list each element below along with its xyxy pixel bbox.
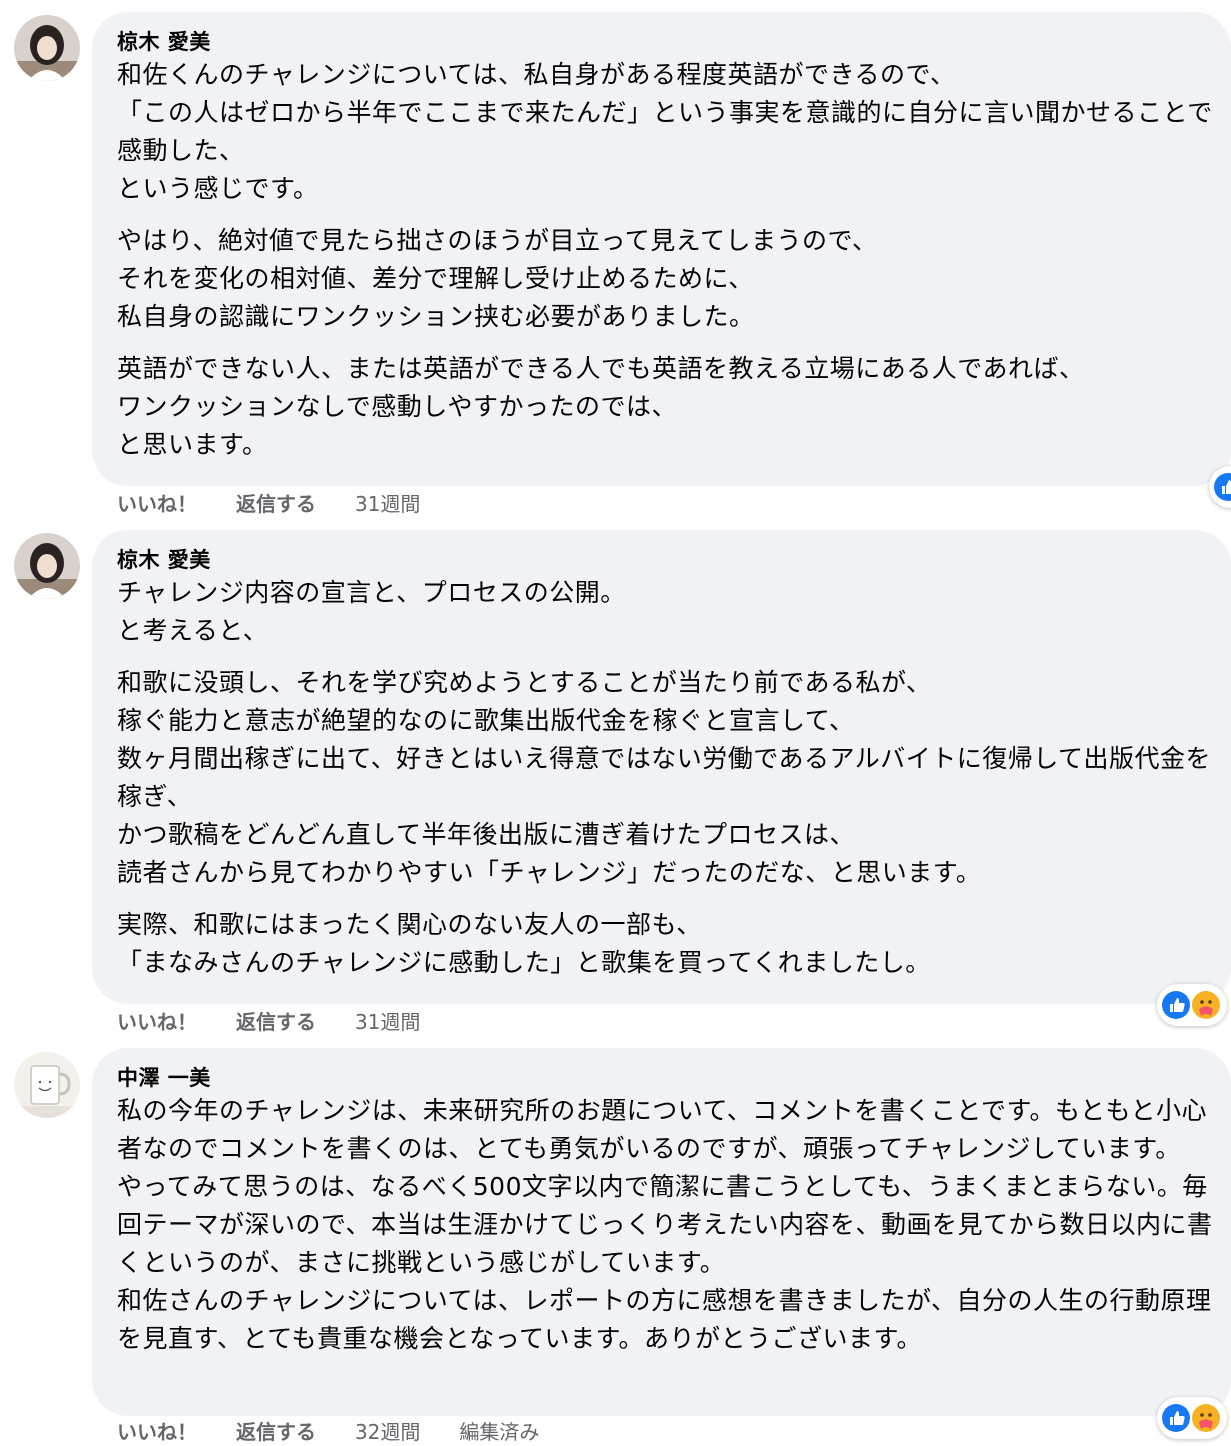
reply-button[interactable]: 返信する <box>236 1420 316 1444</box>
like-button[interactable]: いいね！ <box>117 1420 197 1444</box>
avatar-photo <box>14 15 80 81</box>
comment-paragraph: 和歌に没頭し、それを学び究めようとすることが当たり前である私が、 稼ぐ能力と意志… <box>117 668 1212 887</box>
avatar[interactable] <box>14 1052 80 1118</box>
like-icon <box>1162 1404 1190 1432</box>
avatar-photo <box>14 1052 80 1118</box>
like-icon <box>1214 473 1231 501</box>
avatar[interactable] <box>14 533 80 599</box>
care-icon <box>1192 991 1220 1019</box>
like-button[interactable]: いいね！ <box>117 1010 197 1034</box>
comment-timestamp[interactable]: 32週間 <box>355 1420 420 1444</box>
avatar[interactable] <box>14 15 80 81</box>
comment-paragraph: 和佐くんのチャレンジについては、私自身がある程度英語ができるので、 「この人はゼ… <box>117 60 1213 203</box>
like-button[interactable]: いいね！ <box>117 492 197 516</box>
comment-author[interactable]: 中澤 一美 <box>117 1064 1217 1092</box>
comment-paragraph: やはり、絶対値で見たら拙さのほうが目立って見えてしまうので、 それを変化の相対値… <box>117 226 878 331</box>
reply-button[interactable]: 返信する <box>236 1010 316 1034</box>
comment-paragraph: 私の今年のチャレンジは、未来研究所のお題について、コメントを書くことです。もとも… <box>117 1096 1213 1353</box>
comment-author[interactable]: 椋木 愛美 <box>117 28 1217 56</box>
comment-paragraph: 英語ができない人、または英語ができる人でも英語を教える立場にある人であれば、 ワ… <box>117 354 1085 459</box>
comment-timestamp[interactable]: 31週間 <box>355 492 420 516</box>
care-icon <box>1192 1404 1220 1432</box>
reaction-summary[interactable] <box>1209 466 1231 508</box>
comment-actions: いいね！ 返信する 31週間 <box>117 1008 452 1036</box>
comment-actions: いいね！ 返信する 31週間 <box>117 490 452 518</box>
comment-author[interactable]: 椋木 愛美 <box>117 546 1217 574</box>
like-icon <box>1162 991 1190 1019</box>
reaction-summary[interactable] <box>1157 1397 1227 1439</box>
comment-actions: いいね！ 返信する 32週間 編集済み <box>117 1418 571 1446</box>
comment-bubble: 椋木 愛美 チャレンジ内容の宣言と、プロセスの公開。 と考えると、 和歌に没頭し… <box>92 530 1231 1004</box>
reaction-summary[interactable] <box>1157 984 1227 1026</box>
avatar-photo <box>14 533 80 599</box>
comment-paragraph: チャレンジ内容の宣言と、プロセスの公開。 と考えると、 <box>117 578 626 645</box>
reply-button[interactable]: 返信する <box>236 492 316 516</box>
comment-bubble: 椋木 愛美 和佐くんのチャレンジについては、私自身がある程度英語ができるので、 … <box>92 12 1231 486</box>
comment-paragraph: 実際、和歌にはまったく関心のない友人の一部も、 「まなみさんのチャレンジに感動し… <box>117 910 931 977</box>
comment-timestamp[interactable]: 31週間 <box>355 1010 420 1034</box>
edited-label[interactable]: 編集済み <box>459 1420 539 1444</box>
comment-bubble: 中澤 一美 私の今年のチャレンジは、未来研究所のお題について、コメントを書くこと… <box>92 1048 1231 1416</box>
